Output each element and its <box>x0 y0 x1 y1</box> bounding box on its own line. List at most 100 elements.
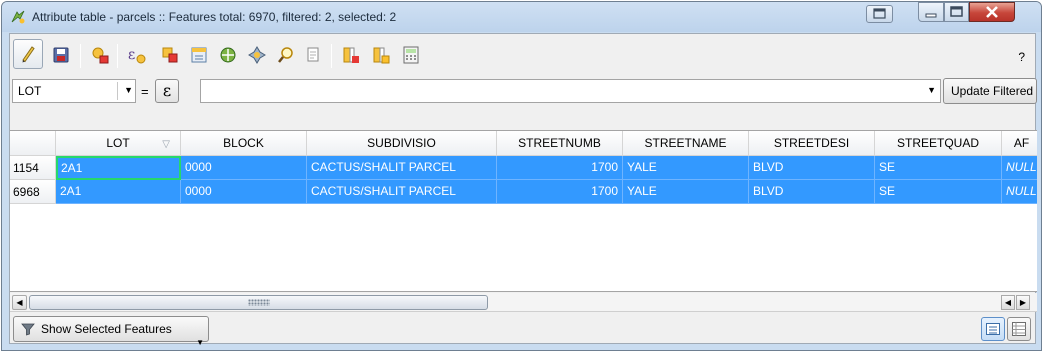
show-selected-label: Show Selected Features <box>41 322 172 336</box>
chevron-down-icon: ▼ <box>124 85 133 95</box>
table-cell[interactable]: NULL <box>1002 180 1037 204</box>
field-select-value: LOT <box>18 84 42 98</box>
table-cell[interactable]: 1700 <box>497 156 623 180</box>
expression-builder-button[interactable]: ε <box>155 79 179 103</box>
svg-text:ε: ε <box>128 47 135 63</box>
invert-selection-icon <box>162 47 178 63</box>
column-header-subdivisio[interactable]: SUBDIVISIO <box>307 131 497 156</box>
delete-column-icon <box>343 47 359 63</box>
form-view-button[interactable] <box>1007 317 1031 341</box>
maximize-icon <box>950 6 963 17</box>
delete-selected-button[interactable] <box>87 42 113 68</box>
table-cell[interactable]: YALE <box>623 180 749 204</box>
new-column-icon <box>373 47 390 64</box>
toolbar: ε ? <box>10 38 1035 74</box>
scroll-right-arrow-icon[interactable]: ▶ <box>1016 295 1030 310</box>
show-selected-features-button[interactable]: Show Selected Features ▼ <box>13 316 209 347</box>
save-icon <box>53 47 69 63</box>
column-header-label: LOT <box>106 136 130 150</box>
column-header-streetnumb[interactable]: STREETNUMB <box>497 131 623 156</box>
copy-icon <box>307 47 319 62</box>
invert-selection-button[interactable] <box>157 42 183 68</box>
toolbar-separator <box>331 44 332 68</box>
sort-indicator-icon: ▽ <box>162 139 170 150</box>
toggle-editing-button[interactable] <box>13 39 43 69</box>
column-header-streetdesi[interactable]: STREETDESI <box>749 131 875 156</box>
column-header-streetquad[interactable]: STREETQUAD <box>875 131 1002 156</box>
horizontal-scrollbar[interactable]: ◀ ◀ ▶ <box>10 293 1037 312</box>
delete-column-button[interactable] <box>338 42 364 68</box>
table-cell[interactable]: 0000 <box>181 156 307 180</box>
table-cell[interactable]: NULL <box>1002 156 1037 180</box>
table-cell[interactable]: YALE <box>623 156 749 180</box>
content-area: ε ? LOT ▼ = ε ▼ Update Filtered LOT ▽ BL… <box>9 33 1037 347</box>
operator-label: = <box>141 84 149 99</box>
column-header-block[interactable]: BLOCK <box>181 131 307 156</box>
search-button[interactable] <box>273 42 299 68</box>
move-to-top-icon <box>191 47 207 63</box>
field-calculator-button[interactable] <box>398 42 424 68</box>
close-button[interactable] <box>969 2 1015 22</box>
expression-select-icon: ε <box>128 47 146 64</box>
new-column-button[interactable] <box>368 42 394 68</box>
filter-row: LOT ▼ = ε ▼ Update Filtered <box>10 77 1037 107</box>
bottom-bar: Show Selected Features ▼ <box>10 314 1035 347</box>
attribute-table-window: Attribute table - parcels :: Features to… <box>1 1 1042 351</box>
filter-value-input[interactable]: ▼ <box>200 79 941 103</box>
chevron-down-icon: ▼ <box>927 85 936 95</box>
corner-header[interactable] <box>10 131 56 156</box>
zoom-to-selected-button[interactable] <box>244 42 270 68</box>
help-button[interactable]: ? <box>1018 50 1025 64</box>
qgis-app-icon <box>11 10 25 24</box>
scroll-left-arrow-icon[interactable]: ◀ <box>1001 295 1015 310</box>
dock-toggle-button[interactable] <box>866 5 893 23</box>
table-cell[interactable]: BLVD <box>749 156 875 180</box>
table-view-icon <box>986 323 1000 335</box>
magnifier-icon <box>278 47 293 63</box>
field-calculator-icon <box>403 46 419 64</box>
filter-icon <box>21 323 35 336</box>
table-cell[interactable]: BLVD <box>749 180 875 204</box>
column-header-lot[interactable]: LOT ▽ <box>56 131 181 156</box>
table-cell[interactable]: CACTUS/SHALIT PARCEL <box>307 156 497 180</box>
title-bar[interactable]: Attribute table - parcels :: Features to… <box>2 2 1041 32</box>
table-cell[interactable]: SE <box>875 156 1002 180</box>
grip-icon <box>248 299 270 306</box>
column-header-streetname[interactable]: STREETNAME <box>623 131 749 156</box>
minimize-icon <box>925 13 937 18</box>
form-view-icon <box>1012 322 1026 336</box>
copy-selected-rows-button[interactable] <box>300 42 326 68</box>
save-edits-button[interactable] <box>48 42 74 68</box>
dock-icon <box>873 8 886 19</box>
window-title: Attribute table - parcels :: Features to… <box>32 10 397 24</box>
field-select[interactable]: LOT ▼ <box>12 79 136 103</box>
toolbar-separator <box>117 44 118 68</box>
table-cell[interactable]: SE <box>875 180 1002 204</box>
table-cell[interactable]: 1700 <box>497 180 623 204</box>
pan-icon <box>220 47 236 63</box>
minimize-button[interactable] <box>918 2 944 22</box>
zoom-selected-icon <box>248 46 266 64</box>
attribute-grid[interactable]: LOT ▽ BLOCK SUBDIVISIO STREETNUMB STREET… <box>10 130 1037 292</box>
column-header-af[interactable]: AF <box>1002 131 1037 156</box>
combo-divider <box>117 82 118 100</box>
maximize-button[interactable] <box>944 2 969 22</box>
toolbar-separator <box>80 44 81 68</box>
close-icon <box>986 6 998 18</box>
move-selection-to-top-button[interactable] <box>186 42 212 68</box>
pencil-icon <box>22 46 35 63</box>
row-header[interactable]: 1154 <box>10 156 56 180</box>
update-filtered-button[interactable]: Update Filtered <box>943 78 1037 104</box>
scrollbar-thumb[interactable] <box>29 295 488 310</box>
table-cell[interactable]: 0000 <box>181 180 307 204</box>
table-cell-current[interactable]: 2A1 <box>56 156 181 180</box>
row-header[interactable]: 6968 <box>10 180 56 204</box>
select-by-expression-button[interactable]: ε <box>124 42 150 68</box>
pan-to-selected-button[interactable] <box>215 42 241 68</box>
dropdown-arrow-icon: ▼ <box>196 338 204 347</box>
table-cell[interactable]: CACTUS/SHALIT PARCEL <box>307 180 497 204</box>
scroll-left-arrow-icon[interactable]: ◀ <box>12 295 27 310</box>
delete-features-icon <box>92 47 109 64</box>
table-cell[interactable]: 2A1 <box>56 180 181 204</box>
table-view-button[interactable] <box>981 317 1005 341</box>
